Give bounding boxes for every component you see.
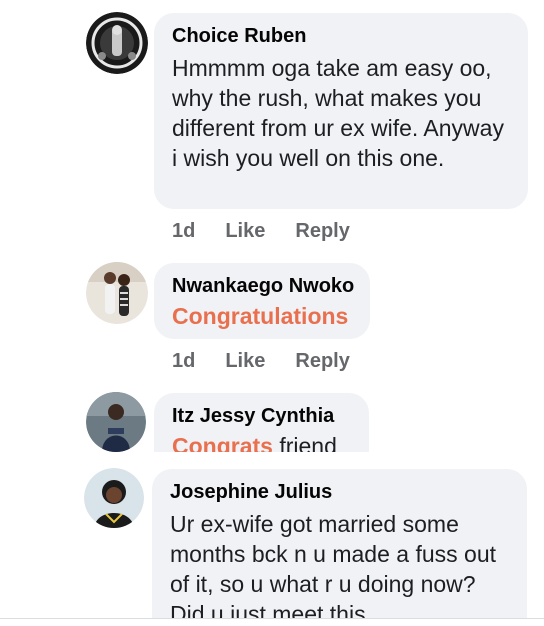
avatar-image [86,392,146,452]
bottom-bar [0,618,544,626]
comment-text: Congrats friend [172,431,351,452]
comment-time: 1d [172,220,196,242]
comment-bubble[interactable]: Nwankaego Nwoko Congratulations [154,263,370,339]
comment-author[interactable]: Josephine Julius [170,479,509,505]
comment-bubble[interactable]: Josephine Julius Ur ex-wife got married … [152,469,527,626]
comments-screen: Choice Ruben Hmmmm oga take am easy oo, … [0,0,544,626]
avatar-image [86,12,148,74]
reply-button[interactable]: Reply [295,350,349,373]
comment-bubble[interactable]: Itz Jessy Cynthia Congrats friend [154,393,369,452]
like-button[interactable]: Like [225,220,265,243]
avatar-image [86,262,148,324]
comment-author[interactable]: Choice Ruben [172,23,510,49]
comment-text: Ur ex-wife got married some months bck n… [170,511,497,626]
comment-time: 1d [172,350,196,372]
comment-text-accent: Congrats [172,433,273,452]
comment-text-rest: friend [272,433,337,452]
comment-author[interactable]: Itz Jessy Cynthia [172,403,351,429]
reply-button[interactable]: Reply [295,220,349,243]
avatar-josephine-julius[interactable] [84,468,144,528]
comment-bubble[interactable]: Choice Ruben Hmmmm oga take am easy oo, … [154,13,528,209]
avatar-image [84,468,144,528]
comment-text: Hmmmm oga take am easy oo, why the rush,… [172,55,504,171]
comment-text: Congratulations [172,303,349,329]
comment-actions: 1d Like Reply [172,350,350,373]
comment-author[interactable]: Nwankaego Nwoko [172,273,354,299]
avatar-itz-jessy-cynthia[interactable] [86,392,146,452]
avatar-choice-ruben[interactable] [86,12,148,74]
like-button[interactable]: Like [225,350,265,373]
comment-actions: 1d Like Reply [172,220,350,243]
avatar-nwankaego-nwoko[interactable] [86,262,148,324]
